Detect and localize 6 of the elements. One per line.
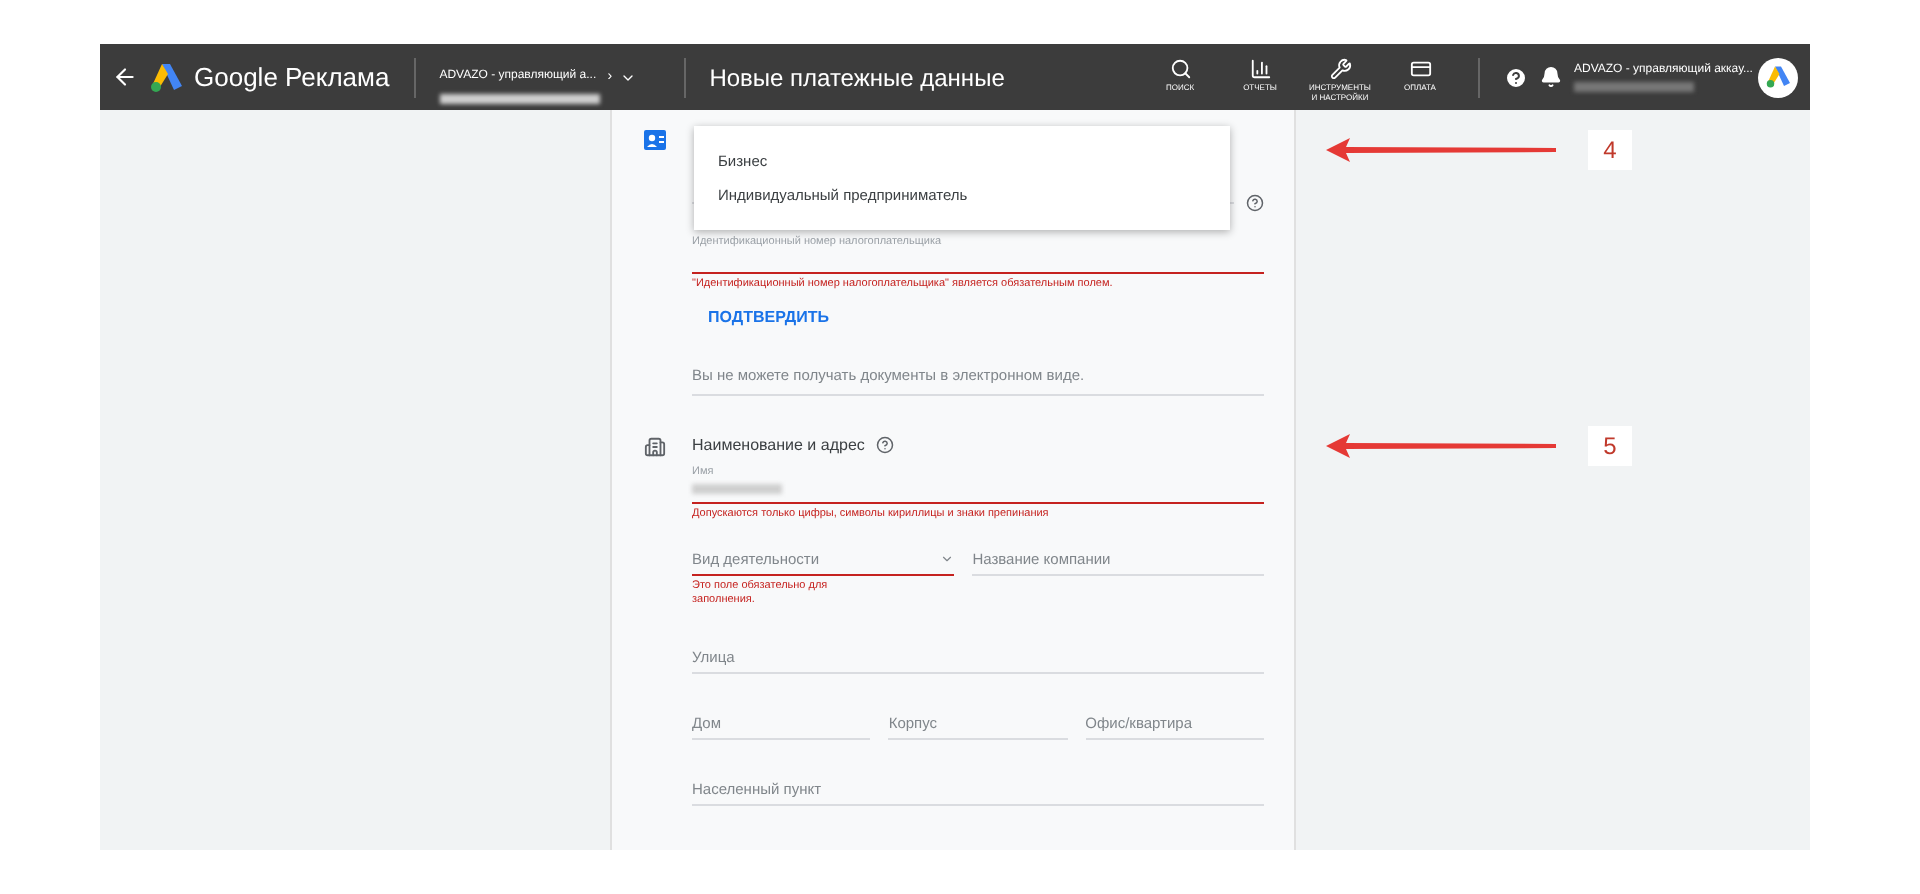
section-title: Наименование и адрес bbox=[692, 436, 865, 454]
page-title: Новые платежные данные bbox=[709, 63, 1007, 91]
brand-name: Google Реклама bbox=[194, 62, 390, 92]
verify-button[interactable]: ПОДТВЕРДИТЬ bbox=[708, 308, 829, 326]
step-number: 4 bbox=[1588, 130, 1632, 170]
step-number: 5 bbox=[1588, 426, 1632, 466]
